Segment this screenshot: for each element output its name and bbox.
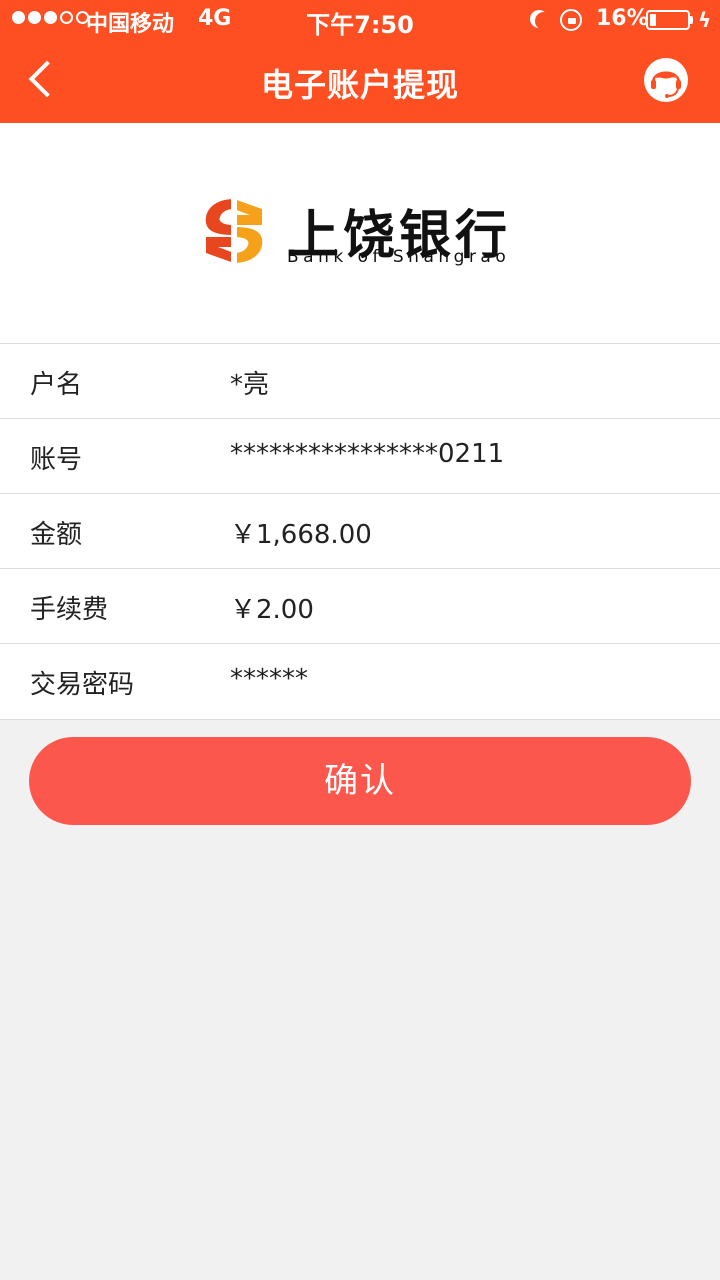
account-name-label: 户名: [30, 370, 83, 400]
account-name-row: 户名 *亮: [0, 344, 720, 419]
account-number-value: ****************0211: [230, 439, 505, 469]
do-not-disturb-icon: [535, 12, 553, 30]
battery-percent: 16%: [596, 6, 649, 31]
page-title: 电子账户提现: [260, 66, 459, 104]
charging-icon: ϟ: [698, 8, 712, 32]
amount-label: 金额: [30, 520, 83, 550]
fee-value: ￥2.00: [230, 595, 314, 625]
customer-service-button[interactable]: [642, 56, 690, 104]
account-number-label: 账号: [30, 445, 83, 475]
rotation-lock-icon: [560, 9, 582, 31]
confirm-button[interactable]: 确认: [29, 737, 691, 825]
battery-level: [650, 14, 656, 26]
bank-name-english: Bank of Shangrao: [287, 247, 511, 267]
fee-label: 手续费: [30, 595, 109, 625]
amount-value: ￥1,668.00: [230, 520, 372, 550]
bank-logo-area: 上饶银行 Bank of Shangrao: [0, 123, 720, 344]
fee-row: 手续费 ￥2.00: [0, 569, 720, 644]
transaction-password-value[interactable]: ******: [230, 664, 308, 694]
transaction-password-label: 交易密码: [30, 670, 135, 700]
amount-row: 金额 ￥1,668.00: [0, 494, 720, 569]
battery-icon: [646, 10, 690, 30]
nav-bar: 电子账户提现: [0, 40, 720, 123]
customer-service-icon: [644, 58, 688, 102]
transaction-password-row[interactable]: 交易密码 ******: [0, 644, 720, 719]
header: 中国移动 4G 下午7:50 16% ϟ 电子账户提现: [0, 0, 720, 123]
withdrawal-info-list: 户名 *亮 账号 ****************0211 金额 ￥1,668.…: [0, 344, 720, 720]
account-number-row: 账号 ****************0211: [0, 419, 720, 494]
bank-of-shangrao-logo: [205, 195, 263, 267]
account-name-value: *亮: [230, 370, 270, 400]
status-bar: 中国移动 4G 下午7:50 16% ϟ: [0, 0, 720, 40]
